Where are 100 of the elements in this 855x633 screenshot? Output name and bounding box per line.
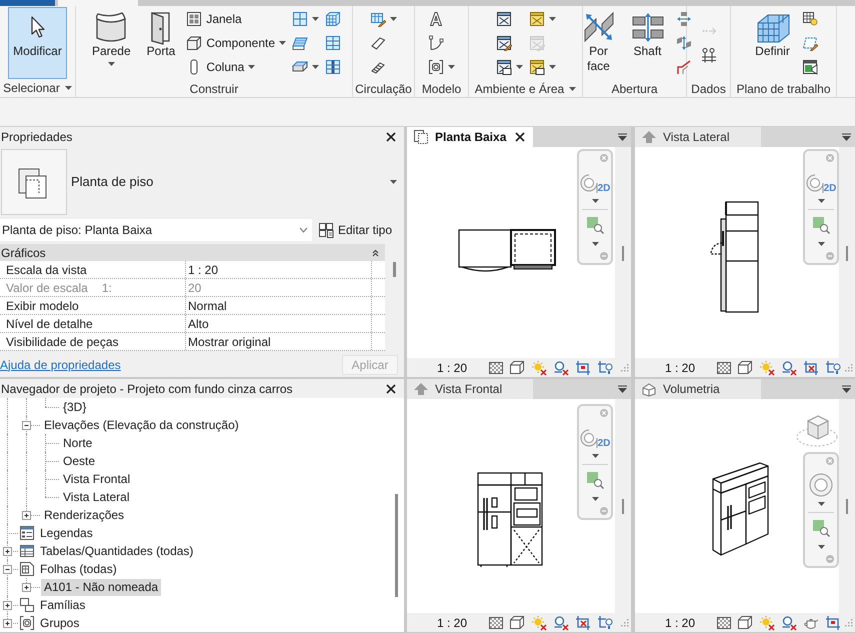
instance-select[interactable]: Planta de piso: Planta Baixa (0, 219, 312, 241)
tree-item[interactable]: A101 - Não nomeada (41, 578, 162, 596)
minus-box-icon[interactable] (22, 421, 31, 430)
magnifier-icon[interactable] (586, 216, 604, 234)
type-selector[interactable]: Planta de piso (1, 147, 403, 217)
scrollbar-thumb[interactable] (846, 246, 848, 261)
box-icon[interactable] (509, 360, 526, 376)
tree-item[interactable]: Grupos (37, 614, 82, 632)
view-scale[interactable]: 1 : 20 (665, 358, 696, 376)
resize-grip-icon[interactable] (845, 364, 853, 372)
steering-wheel-icon[interactable] (809, 473, 833, 497)
lens-crossed-icon[interactable] (781, 614, 798, 630)
steering-wheel-icon[interactable] (580, 429, 598, 449)
resize-grip-icon[interactable] (621, 364, 629, 372)
tree-item[interactable]: Norte (60, 434, 96, 452)
steering-wheel-icon[interactable] (580, 174, 598, 194)
menu-caret-icon[interactable] (842, 133, 851, 141)
tree-item[interactable]: Tabelas/Quantidades (todas) (37, 542, 196, 560)
property-value[interactable]: 1 : 20 (186, 261, 372, 278)
tree-item[interactable]: Folhas (todas) (37, 560, 120, 578)
property-value[interactable]: Normal (186, 297, 372, 314)
sun-crossed-icon[interactable] (531, 614, 548, 630)
view-tab[interactable]: Vista Lateral (635, 127, 761, 147)
view-tab[interactable]: Vista Frontal (407, 379, 533, 399)
tree-item[interactable]: Elevações (Elevação da construção) (41, 416, 242, 434)
steering-wheel-icon[interactable] (806, 174, 824, 194)
close-icon[interactable] (386, 132, 396, 142)
view-tab[interactable]: Volumetria (635, 379, 761, 399)
minus-box-icon[interactable] (3, 565, 12, 574)
panel-title[interactable]: Construir (190, 80, 238, 98)
sun-crossed-icon[interactable] (531, 360, 548, 376)
box-icon[interactable] (737, 360, 754, 376)
crop-icon[interactable] (825, 614, 842, 630)
ribbon-button[interactable]: Parede (86, 7, 136, 79)
panel-title[interactable]: Ambiente e Área (474, 80, 576, 98)
view-scale[interactable]: 1 : 20 (437, 358, 468, 376)
magnifier-icon[interactable] (812, 216, 830, 234)
property-value[interactable]: Mostrar original (186, 333, 372, 350)
view-scale[interactable]: 1 : 20 (437, 614, 468, 632)
ribbon-button[interactable]: Janela (186, 7, 286, 31)
crop-bulb-icon[interactable] (597, 614, 614, 630)
checker-icon[interactable] (717, 616, 732, 628)
menu-caret-icon[interactable] (842, 385, 851, 393)
menu-caret-icon[interactable] (618, 133, 627, 141)
ribbon-button[interactable]: Coluna (186, 55, 286, 79)
plus-box-icon[interactable] (3, 619, 12, 628)
tree-item[interactable]: {3D} (60, 398, 90, 416)
crop-bulb-icon[interactable] (597, 360, 614, 376)
scrollbar-thumb[interactable] (622, 499, 624, 514)
lens-crossed-icon[interactable] (553, 360, 570, 376)
tree-item[interactable]: Famílias (37, 596, 88, 614)
scrollbar-thumb[interactable] (393, 262, 396, 277)
ribbon-button[interactable]: Por face (578, 7, 620, 79)
panel-title[interactable]: Dados (691, 80, 726, 98)
tree-item[interactable]: Renderizações (41, 506, 128, 524)
close-icon[interactable] (515, 132, 525, 142)
panel-title[interactable]: Abertura (611, 80, 658, 98)
scrollbar-thumb[interactable] (394, 494, 398, 597)
tree-item[interactable]: Vista Frontal (60, 470, 134, 488)
plus-box-icon[interactable] (22, 583, 31, 592)
crop-crossed-icon[interactable] (803, 360, 820, 376)
view-tab[interactable]: Planta Baixa (407, 127, 533, 147)
double-chevron-up-icon[interactable] (372, 248, 379, 256)
plus-box-icon[interactable] (3, 547, 12, 556)
magnifier-icon[interactable] (586, 471, 604, 489)
ribbon-button[interactable]: Modificar (8, 7, 67, 79)
menu-caret-icon[interactable] (618, 385, 627, 393)
panel-title[interactable]: Plano de trabalho (736, 80, 831, 98)
resize-grip-icon[interactable] (845, 618, 853, 626)
scrollbar-thumb[interactable] (846, 499, 848, 514)
sun-crossed-icon[interactable] (759, 360, 776, 376)
resize-grip-icon[interactable] (621, 618, 629, 626)
lens-crossed-icon[interactable] (781, 360, 798, 376)
checker-icon[interactable] (717, 362, 732, 374)
ribbon-button[interactable]: Definir (750, 7, 796, 79)
crop-bulb-icon[interactable] (825, 360, 842, 376)
ribbon-button[interactable]: Porta (142, 7, 180, 79)
lens-crossed-icon[interactable] (553, 614, 570, 630)
tree-item[interactable]: Oeste (60, 452, 98, 470)
box-icon[interactable] (737, 614, 754, 630)
plus-box-icon[interactable] (22, 511, 31, 520)
view-scale[interactable]: 1 : 20 (665, 614, 696, 632)
close-icon[interactable] (386, 384, 396, 394)
tree-item[interactable]: Legendas (37, 524, 96, 542)
checker-icon[interactable] (489, 362, 504, 374)
ribbon-button[interactable]: Componente (186, 31, 286, 55)
crop-crossed-icon[interactable] (575, 614, 592, 630)
panel-title[interactable]: Modelo (422, 80, 462, 98)
magnifier-icon[interactable] (812, 519, 830, 537)
property-value[interactable]: Alto (186, 315, 372, 332)
edit-type-button[interactable]: Editar tipo (318, 219, 392, 241)
ribbon-button[interactable]: Shaft (626, 7, 670, 79)
tree-item[interactable]: Vista Lateral (60, 488, 132, 506)
panel-title[interactable]: Selecionar (3, 79, 72, 97)
checker-icon[interactable] (489, 616, 504, 628)
panel-title[interactable]: Circulação (355, 80, 412, 98)
help-link[interactable]: Ajuda de propriedades (0, 356, 121, 374)
scrollbar-thumb[interactable] (622, 246, 624, 261)
sun-crossed-icon[interactable] (759, 614, 776, 630)
crop-icon[interactable] (575, 360, 592, 376)
